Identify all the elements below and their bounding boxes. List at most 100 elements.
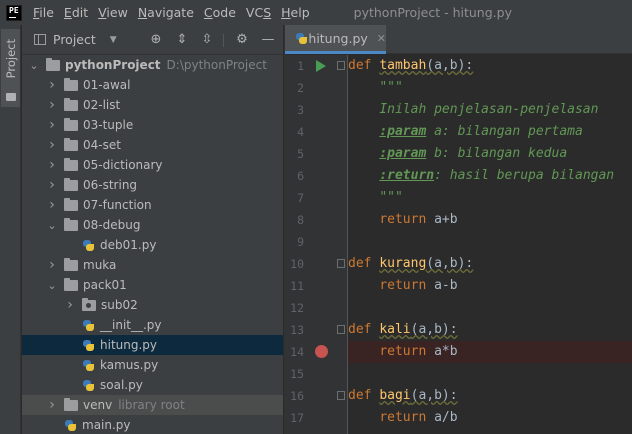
tree-item-venv[interactable]: › venv library root — [22, 395, 283, 415]
tree-item-01-awal[interactable]: › 01-awal — [22, 75, 283, 95]
code-token: a: bilangan pertama — [426, 124, 583, 139]
tree-item-pythonproject[interactable]: ⌄ pythonProject D:\pythonProject — [22, 55, 283, 75]
project-tool-tab-label: Project — [4, 39, 18, 79]
pycharm-logo-icon: PE — [6, 4, 22, 21]
tree-item-pack01[interactable]: ⌄ pack01 — [22, 275, 283, 295]
folder-icon — [64, 257, 78, 271]
menu-help[interactable]: Help — [281, 5, 310, 20]
line-number: 5 — [297, 147, 304, 161]
folder-icon — [64, 157, 78, 171]
minimize-icon[interactable]: — — [260, 32, 276, 48]
chevron-right-icon[interactable]: › — [46, 257, 58, 273]
line-number: 4 — [297, 125, 304, 139]
tree-item-label: 08-debug — [83, 218, 141, 232]
tree-item-06-string[interactable]: › 06-string — [22, 175, 283, 195]
line-number: 3 — [297, 103, 304, 117]
tree-item-02-list[interactable]: › 02-list — [22, 95, 283, 115]
line-number: 17 — [290, 411, 304, 425]
editor-gutter[interactable]: 1 2 3 4 5 6 7 8 9 10 11 12 13 14 15 16 17 — [285, 55, 347, 434]
tree-item-muka[interactable]: › muka — [22, 255, 283, 275]
tree-item-hitung-py[interactable]: hitung.py — [22, 335, 283, 355]
code-token: return — [379, 278, 435, 293]
chevron-right-icon[interactable]: › — [46, 197, 58, 213]
chevron-right-icon[interactable]: › — [46, 97, 58, 113]
project-view-selector[interactable]: Project — [53, 32, 96, 47]
menu-view[interactable]: View — [98, 5, 128, 20]
project-tool-tab[interactable]: Project — [1, 29, 20, 107]
chevron-right-icon[interactable]: › — [46, 137, 58, 153]
code-token: def — [348, 322, 380, 337]
fold-icon[interactable] — [337, 325, 345, 334]
menu-file[interactable]: File — [33, 5, 54, 20]
code-token: """ — [379, 190, 403, 205]
tree-item-deb01-py[interactable]: deb01.py — [22, 235, 283, 255]
gear-icon[interactable]: ⚙ — [234, 32, 250, 48]
tree-item-label: muka — [83, 258, 117, 272]
code-line: def kurang(a,b): — [348, 253, 632, 275]
code-token: :param — [379, 124, 427, 139]
chevron-right-icon[interactable]: › — [46, 77, 58, 93]
tree-item-main-py[interactable]: main.py — [22, 415, 283, 434]
tree-item-label: 02-list — [83, 98, 121, 112]
menu-code[interactable]: Code — [204, 5, 236, 20]
line-number: 1 — [297, 59, 304, 73]
tree-item-03-tuple[interactable]: › 03-tuple — [22, 115, 283, 135]
line-number: 10 — [290, 257, 304, 271]
collapse-all-icon[interactable]: ⇳ — [199, 32, 215, 48]
tree-item-label: deb01.py — [100, 238, 157, 252]
breakpoint-icon[interactable] — [315, 345, 328, 358]
line-number: 12 — [290, 301, 304, 315]
tree-item-soal-py[interactable]: soal.py — [22, 375, 283, 395]
tree-item-05-dictionary[interactable]: › 05-dictionary — [22, 155, 283, 175]
chevron-down-icon[interactable]: ⌄ — [46, 279, 58, 292]
folder-icon — [64, 277, 78, 291]
folder-icon — [64, 117, 78, 131]
expand-all-icon[interactable]: ⇕ — [174, 32, 190, 48]
code-token: """ — [379, 80, 403, 95]
menu-navigate[interactable]: Navigate — [138, 5, 194, 20]
chevron-right-icon[interactable]: › — [46, 157, 58, 173]
run-icon[interactable] — [316, 60, 326, 72]
fold-icon[interactable] — [337, 61, 345, 70]
project-panel-header: Project ▼ ⊕ ⇕ ⇳ ⚙ — — [22, 25, 283, 55]
chevron-right-icon[interactable]: › — [46, 177, 58, 193]
line-number: 6 — [297, 169, 304, 183]
tree-item-kamus-py[interactable]: kamus.py — [22, 355, 283, 375]
code-token: return — [379, 212, 435, 227]
fold-icon[interactable] — [337, 259, 345, 268]
tab-label: hitung.py — [308, 30, 368, 46]
chevron-down-icon[interactable]: ▼ — [110, 35, 117, 45]
folder-icon — [64, 137, 78, 151]
tree-item-label: 06-string — [83, 178, 138, 192]
close-icon[interactable]: ✕ — [377, 32, 386, 45]
code-area[interactable]: def tambah(a,b): """ Inilah penjelasan-p… — [348, 55, 632, 434]
menu-edit[interactable]: Edit — [64, 5, 88, 20]
code-token: : hasil berupa bilangan — [434, 168, 615, 183]
code-token: (a,b): — [426, 58, 474, 73]
code-line: def tambah(a,b): — [348, 55, 632, 77]
fold-icon[interactable] — [337, 391, 345, 400]
editor-panel: hitung.py ✕ 1 2 3 4 5 6 7 8 9 10 11 12 13 14 15 16 17 de… — [284, 25, 632, 434]
code-line: :return: hasil berupa bilangan — [348, 165, 632, 187]
python-file-icon — [295, 32, 307, 45]
tree-item-label: 07-function — [83, 198, 152, 212]
chevron-right-icon[interactable]: › — [46, 117, 58, 133]
menu-vcs[interactable]: VCS — [246, 5, 271, 20]
tree-item-hint: D:\pythonProject — [166, 58, 267, 72]
tree-item-sub02[interactable]: › sub02 — [22, 295, 283, 315]
chevron-down-icon[interactable]: ⌄ — [28, 59, 40, 72]
tab-hitung-py[interactable]: hitung.py ✕ — [285, 25, 386, 54]
tree-item-08-debug[interactable]: ⌄ 08-debug — [22, 215, 283, 235]
divider — [223, 34, 224, 47]
chevron-down-icon[interactable]: ⌄ — [46, 219, 58, 232]
chevron-right-icon[interactable]: › — [46, 397, 58, 413]
python-file-icon — [82, 239, 95, 252]
tree-item-init-py[interactable]: __init__.py — [22, 315, 283, 335]
tree-item-07-function[interactable]: › 07-function — [22, 195, 283, 215]
chevron-right-icon[interactable]: › — [64, 297, 76, 313]
code-line: Inilah penjelasan-penjelasan — [348, 99, 632, 121]
locate-icon[interactable]: ⊕ — [148, 32, 164, 48]
tree-item-04-set[interactable]: › 04-set — [22, 135, 283, 155]
